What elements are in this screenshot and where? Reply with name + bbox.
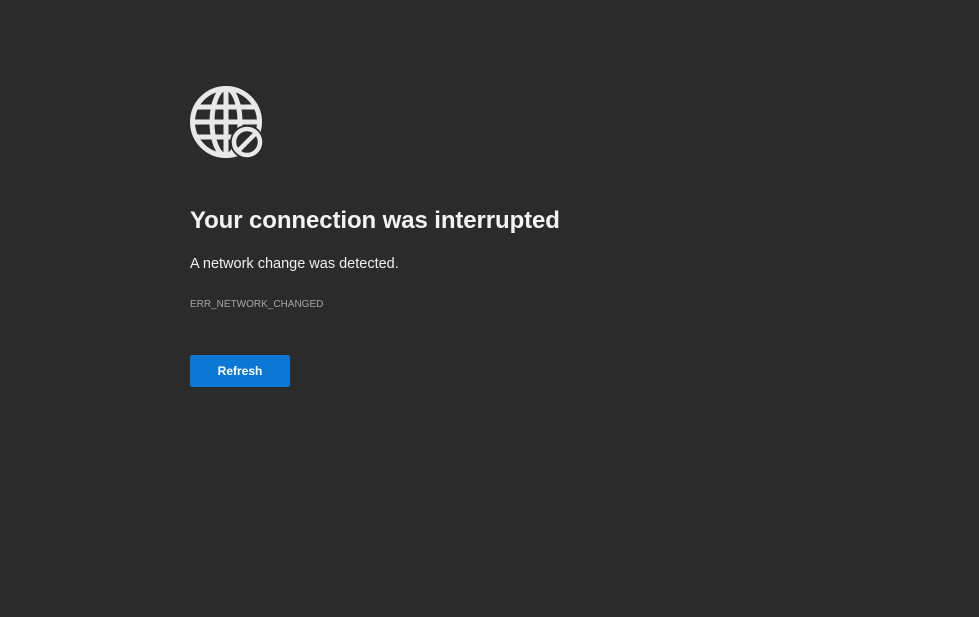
page-title: Your connection was interrupted: [190, 207, 560, 234]
error-message: A network change was detected.: [190, 256, 399, 272]
globe-blocked-icon: [190, 86, 263, 158]
error-page: Your connection was interrupted A networ…: [0, 0, 979, 617]
error-content: Your connection was interrupted A networ…: [190, 85, 790, 387]
error-code: ERR_NETWORK_CHANGED: [190, 299, 324, 310]
refresh-button[interactable]: Refresh: [190, 355, 290, 387]
